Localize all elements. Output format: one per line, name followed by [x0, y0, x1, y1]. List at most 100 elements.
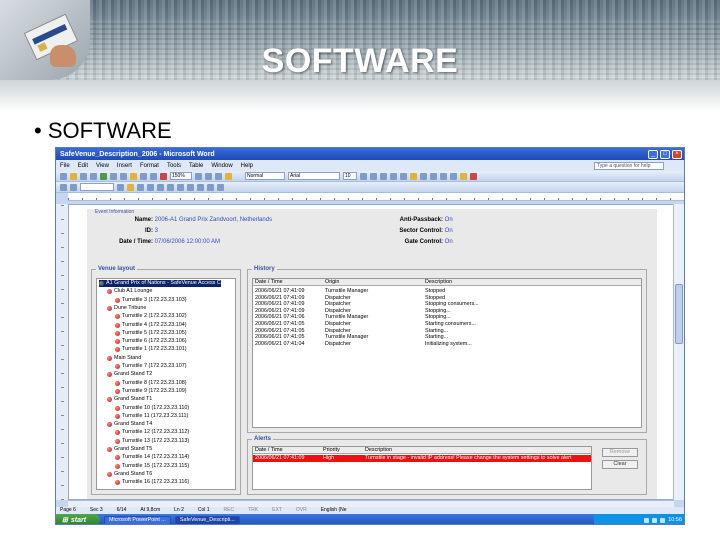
tray-icon-1[interactable]	[644, 517, 650, 523]
status-language[interactable]: English (Ne	[321, 507, 347, 514]
align-left-icon[interactable]	[390, 172, 397, 180]
menu-tools[interactable]: Tools	[167, 163, 181, 169]
tree-item[interactable]: Turnstile 6 (172.23.23.106)	[115, 338, 187, 345]
shading-icon[interactable]	[127, 183, 134, 191]
sort-icon[interactable]	[207, 183, 214, 191]
spellcheck-icon[interactable]	[100, 172, 107, 180]
document-area[interactable]: Event Information Name: 2006-A1 Grand Pr…	[68, 204, 674, 500]
menu-view[interactable]: View	[96, 163, 109, 169]
tree-item[interactable]: Turnstile 7 (172.23.23.107)	[115, 363, 187, 370]
autoformat-icon[interactable]	[197, 183, 204, 191]
task-word[interactable]: SafeVenue_Descripti...	[174, 515, 240, 524]
menu-format[interactable]: Format	[140, 163, 159, 169]
tree-item[interactable]: Turnstile 14 (172.23.23.114)	[115, 454, 189, 461]
tree-item[interactable]: Turnstile 8 (172.23.23.108)	[115, 380, 187, 387]
scroll-thumb[interactable]	[675, 284, 683, 344]
menu-help[interactable]: Help	[241, 163, 253, 169]
numbering-icon[interactable]	[430, 172, 437, 180]
tree-item[interactable]: Grand Stand T2	[107, 371, 152, 378]
menu-insert[interactable]: Insert	[117, 163, 132, 169]
line-style-icon[interactable]	[70, 183, 77, 191]
close-button[interactable]: ×	[672, 149, 682, 159]
new-doc-icon[interactable]	[60, 172, 67, 180]
merge-cells-icon[interactable]	[147, 183, 154, 191]
vertical-scrollbar[interactable]	[673, 204, 684, 500]
tree-item[interactable]: A1 Grand Prix of Nations - SafeVenue Acc…	[99, 280, 221, 287]
tree-item[interactable]: Turnstile 11 (172.23.23.111)	[115, 413, 188, 420]
sum-icon[interactable]	[217, 183, 224, 191]
zoom-select[interactable]: 150%	[170, 172, 192, 180]
tree-item[interactable]: Main Stand	[107, 355, 141, 362]
indent-icon[interactable]	[450, 172, 457, 180]
history-column-header[interactable]: Origin	[325, 279, 339, 286]
tree-item[interactable]: Turnstile 13 (172.23.23.113)	[115, 438, 189, 445]
tree-item[interactable]: Dune Tribune	[107, 305, 146, 312]
bullets-icon[interactable]	[440, 172, 447, 180]
tree-item[interactable]: Turnstile 4 (172.23.23.104)	[115, 322, 187, 329]
horizontal-ruler[interactable]	[68, 193, 684, 201]
tree-item[interactable]: Turnstile 12 (172.23.23.112)	[115, 429, 189, 436]
print-icon[interactable]	[90, 172, 97, 180]
history-column-header[interactable]: Description	[425, 279, 452, 286]
tree-item[interactable]: Grand Stand T4	[107, 421, 152, 428]
distribute-rows-icon[interactable]	[177, 183, 184, 191]
table-icon[interactable]	[160, 172, 167, 180]
tree-item[interactable]: Turnstile 1 (172.23.23.101)	[115, 346, 187, 353]
tree-item[interactable]: Turnstile 3 (172.23.23.103)	[115, 297, 187, 304]
tree-item[interactable]: Turnstile 16 (172.23.23.116)	[115, 479, 189, 486]
tree-item[interactable]: Grand Stand T5	[107, 446, 152, 453]
highlight-color-icon[interactable]	[460, 172, 467, 180]
horizontal-scrollbar[interactable]	[68, 500, 674, 507]
menu-edit[interactable]: Edit	[78, 163, 88, 169]
tree-item[interactable]: Grand Stand T6	[107, 471, 152, 478]
bold-button-icon[interactable]	[360, 172, 367, 180]
status-rec[interactable]: REC	[224, 507, 235, 514]
start-button[interactable]: ⊞ start	[56, 514, 100, 524]
undo-icon[interactable]	[140, 172, 147, 180]
cut-icon[interactable]	[110, 172, 117, 180]
reading-icon[interactable]	[195, 172, 202, 180]
paste-icon[interactable]	[130, 172, 137, 180]
minimize-button[interactable]: _	[648, 149, 658, 159]
italic-button-icon[interactable]	[370, 172, 377, 180]
tree-item[interactable]: Turnstile 2 (172.23.23.102)	[115, 313, 187, 320]
tree-item[interactable]: Turnstile 15 (172.23.23.115)	[115, 463, 189, 470]
tree-item[interactable]: Grand Stand T1	[107, 396, 152, 403]
menu-file[interactable]: File	[60, 163, 70, 169]
highlight-icon[interactable]	[225, 172, 232, 180]
word-titlebar[interactable]: SafeVenue_Description_2006 - Microsoft W…	[56, 148, 684, 160]
help-search-input[interactable]: Type a question for help	[594, 161, 664, 170]
menu-table[interactable]: Table	[189, 163, 203, 169]
distribute-cols-icon[interactable]	[187, 183, 194, 191]
justify-icon[interactable]	[410, 172, 417, 180]
history-grid[interactable]: Date / Time Origin Description 2006/06/21 0…	[252, 278, 642, 428]
status-ovr[interactable]: OVR	[296, 507, 307, 514]
style-select[interactable]: Normal	[245, 172, 285, 180]
redo-icon[interactable]	[150, 172, 157, 180]
history-column-header[interactable]: Date / Time	[255, 279, 283, 286]
remove-button[interactable]: Remove	[602, 448, 638, 457]
font-color-icon[interactable]	[470, 172, 477, 180]
task-powerpoint[interactable]: Microsoft PowerPoint ...	[104, 515, 171, 524]
maximize-button[interactable]: □	[660, 149, 670, 159]
menu-window[interactable]: Window	[211, 163, 232, 169]
alerts-grid[interactable]: Date / Time Priority Description 2006/06/21…	[252, 446, 592, 490]
tray-icon-2[interactable]	[652, 517, 658, 523]
tree-item[interactable]: Turnstile 9 (172.23.23.109)	[115, 388, 187, 395]
underline-icon[interactable]	[380, 172, 387, 180]
tree-item[interactable]: Turnstile 10 (172.23.23.110)	[115, 405, 189, 412]
copy-icon[interactable]	[120, 172, 127, 180]
status-trk[interactable]: TRK	[248, 507, 258, 514]
line-spacing-icon[interactable]	[420, 172, 427, 180]
alerts-column-header[interactable]: Priority	[323, 447, 340, 454]
bold-icon[interactable]	[205, 172, 212, 180]
save-icon[interactable]	[80, 172, 87, 180]
tree-item[interactable]: Turnstile 5 (172.23.23.105)	[115, 330, 187, 337]
align-center-icon[interactable]	[400, 172, 407, 180]
venue-tree[interactable]: A1 Grand Prix of Nations - SafeVenue Acc…	[96, 278, 236, 490]
status-ext[interactable]: EXT	[272, 507, 282, 514]
draw-icon[interactable]	[60, 183, 67, 191]
clear-button[interactable]: Clear	[602, 460, 638, 469]
align-cell-icon[interactable]	[167, 183, 174, 191]
border-icon[interactable]	[117, 183, 124, 191]
